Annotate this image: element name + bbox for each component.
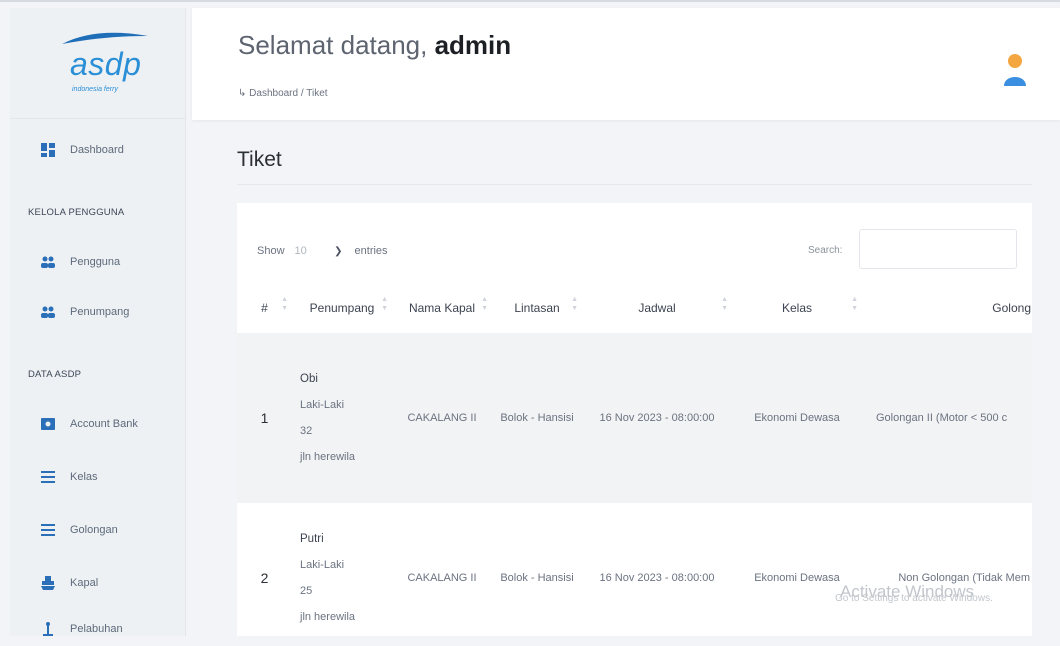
- column-header-penumpang[interactable]: Penumpang ▲ ▼: [292, 283, 392, 333]
- sidebar-item-kapal[interactable]: Kapal: [10, 566, 185, 600]
- bank-card-icon: [40, 416, 56, 432]
- chevron-down-icon: ❯: [334, 245, 343, 257]
- nama-kapal-cell: CAKALANG II: [392, 503, 492, 636]
- entries-select[interactable]: 10 ❯: [291, 242, 349, 260]
- column-header-kelas[interactable]: Kelas ▲ ▼: [732, 283, 862, 333]
- row-number: 1: [237, 333, 292, 503]
- sidebar-item-account-bank[interactable]: Account Bank: [10, 407, 185, 441]
- sort-icon: ▲ ▼: [721, 296, 728, 312]
- ship-icon: [40, 575, 56, 591]
- jadwal-cell: 16 Nov 2023 - 08:00:00: [582, 503, 732, 636]
- tiket-card: Show 10 ❯ entries Search: # ▲ ▼ Penumpang ▲…: [237, 203, 1032, 636]
- sidebar-item-golongan[interactable]: Golongan: [10, 513, 185, 547]
- logo-tagline: indonesia ferry: [72, 86, 118, 93]
- entries-value: 10: [294, 245, 307, 257]
- section-heading: DATA ASDP: [28, 369, 82, 380]
- sort-icon: ▲ ▼: [481, 296, 488, 312]
- users-icon: [40, 254, 56, 270]
- row-number: 2: [237, 503, 292, 636]
- golongan-cell: Golongan II (Motor < 500 c: [862, 333, 1032, 503]
- dashboard-icon: [40, 142, 56, 158]
- greeting-text: Selamat datang,: [238, 30, 428, 60]
- sidebar-item-label: Pelabuhan: [70, 623, 123, 635]
- logo[interactable]: asdp indonesia ferry: [10, 8, 185, 119]
- entries-control: Show 10 ❯ entries: [257, 242, 388, 260]
- golongan-cell: Non Golongan (Tidak Mem: [862, 503, 1032, 636]
- table-header-row: # ▲ ▼ Penumpang ▲ ▼ Nama Kapal ▲ ▼ Lintasan ▲ ▼ …: [237, 283, 1032, 333]
- sidebar-item-kelas[interactable]: Kelas: [10, 460, 185, 494]
- passenger-name: Putri: [300, 533, 324, 545]
- table-row[interactable]: 2 Putri Laki-Laki 25 jln herewila CAKALA…: [237, 503, 1032, 636]
- username: admin: [434, 30, 512, 60]
- passenger-gender: Laki-Laki: [300, 559, 345, 571]
- sidebar-item-label: Kapal: [70, 577, 99, 589]
- passenger-address: jln herewila: [300, 611, 356, 623]
- users-icon: [40, 304, 56, 320]
- jadwal-cell: 16 Nov 2023 - 08:00:00: [582, 333, 732, 503]
- nama-kapal-cell: CAKALANG II: [392, 333, 492, 503]
- windows-activation-hint: Go to Settings to activate Windows.: [835, 593, 993, 604]
- passenger-name: Obi: [300, 373, 318, 385]
- passenger-age: 25: [300, 585, 313, 597]
- sidebar-item-label: Golongan: [70, 524, 118, 536]
- sort-icon: ▲ ▼: [571, 296, 578, 312]
- sort-icon: ▲ ▼: [381, 296, 388, 312]
- penumpang-cell: Obi Laki-Laki 32 jln herewila: [292, 333, 392, 503]
- column-header-jadwal[interactable]: Jadwal ▲ ▼: [582, 283, 732, 333]
- top-border: [0, 0, 1060, 2]
- penumpang-cell: Putri Laki-Laki 25 jln herewila: [292, 503, 392, 636]
- passenger-address: jln herewila: [300, 451, 356, 463]
- sidebar-item-label: Account Bank: [70, 418, 138, 430]
- sidebar-item-pelabuhan[interactable]: Pelabuhan: [10, 612, 185, 646]
- column-header-golongan[interactable]: Golong: [862, 283, 1032, 333]
- logo-brand: asdp: [70, 46, 142, 82]
- search-label: Search:: [808, 245, 843, 256]
- sidebar-item-label: Penumpang: [70, 306, 130, 318]
- breadcrumb[interactable]: ↳ Dashboard / Tiket: [238, 88, 328, 99]
- column-header-number[interactable]: # ▲ ▼: [237, 283, 292, 333]
- column-header-lintasan[interactable]: Lintasan ▲ ▼: [492, 283, 582, 333]
- section-heading: KELOLA PENGGUNA: [28, 207, 125, 218]
- welcome-heading: Selamat datang, admin: [238, 30, 511, 61]
- sidebar-item-label: Dashboard: [70, 144, 124, 156]
- user-avatar-icon[interactable]: [1002, 52, 1028, 86]
- show-label: Show: [257, 245, 285, 257]
- lintasan-cell: Bolok - Hansisi: [492, 503, 582, 636]
- sidebar: asdp indonesia ferry Dashboard KELOLA PE…: [10, 8, 186, 636]
- passenger-age: 32: [300, 425, 313, 437]
- page-title: Tiket: [237, 148, 282, 171]
- column-header-nama-kapal[interactable]: Nama Kapal ▲ ▼: [392, 283, 492, 333]
- sidebar-item-label: Pengguna: [70, 256, 121, 268]
- sort-icon: ▲ ▼: [851, 296, 858, 312]
- sidebar-item-label: Kelas: [70, 471, 98, 483]
- passenger-gender: Laki-Laki: [300, 399, 345, 411]
- kelas-cell: Ekonomi Dewasa: [732, 333, 862, 503]
- entries-label: entries: [354, 245, 388, 257]
- search-input[interactable]: [859, 229, 1017, 269]
- top-header: Selamat datang, admin ↳ Dashboard / Tike…: [192, 8, 1060, 120]
- kelas-cell: Ekonomi Dewasa: [732, 503, 862, 636]
- sort-icon: ▲ ▼: [281, 296, 288, 312]
- list-icon: [40, 469, 56, 485]
- sidebar-item-penumpang[interactable]: Penumpang: [10, 295, 185, 329]
- lintasan-cell: Bolok - Hansisi: [492, 333, 582, 503]
- divider: [237, 184, 1032, 185]
- list-icon: [40, 522, 56, 538]
- sidebar-item-pengguna[interactable]: Pengguna: [10, 245, 185, 279]
- sidebar-item-dashboard[interactable]: Dashboard: [10, 133, 185, 167]
- anchor-icon: [40, 621, 56, 637]
- table-row[interactable]: 1 Obi Laki-Laki 32 jln herewila CAKALANG…: [237, 333, 1032, 503]
